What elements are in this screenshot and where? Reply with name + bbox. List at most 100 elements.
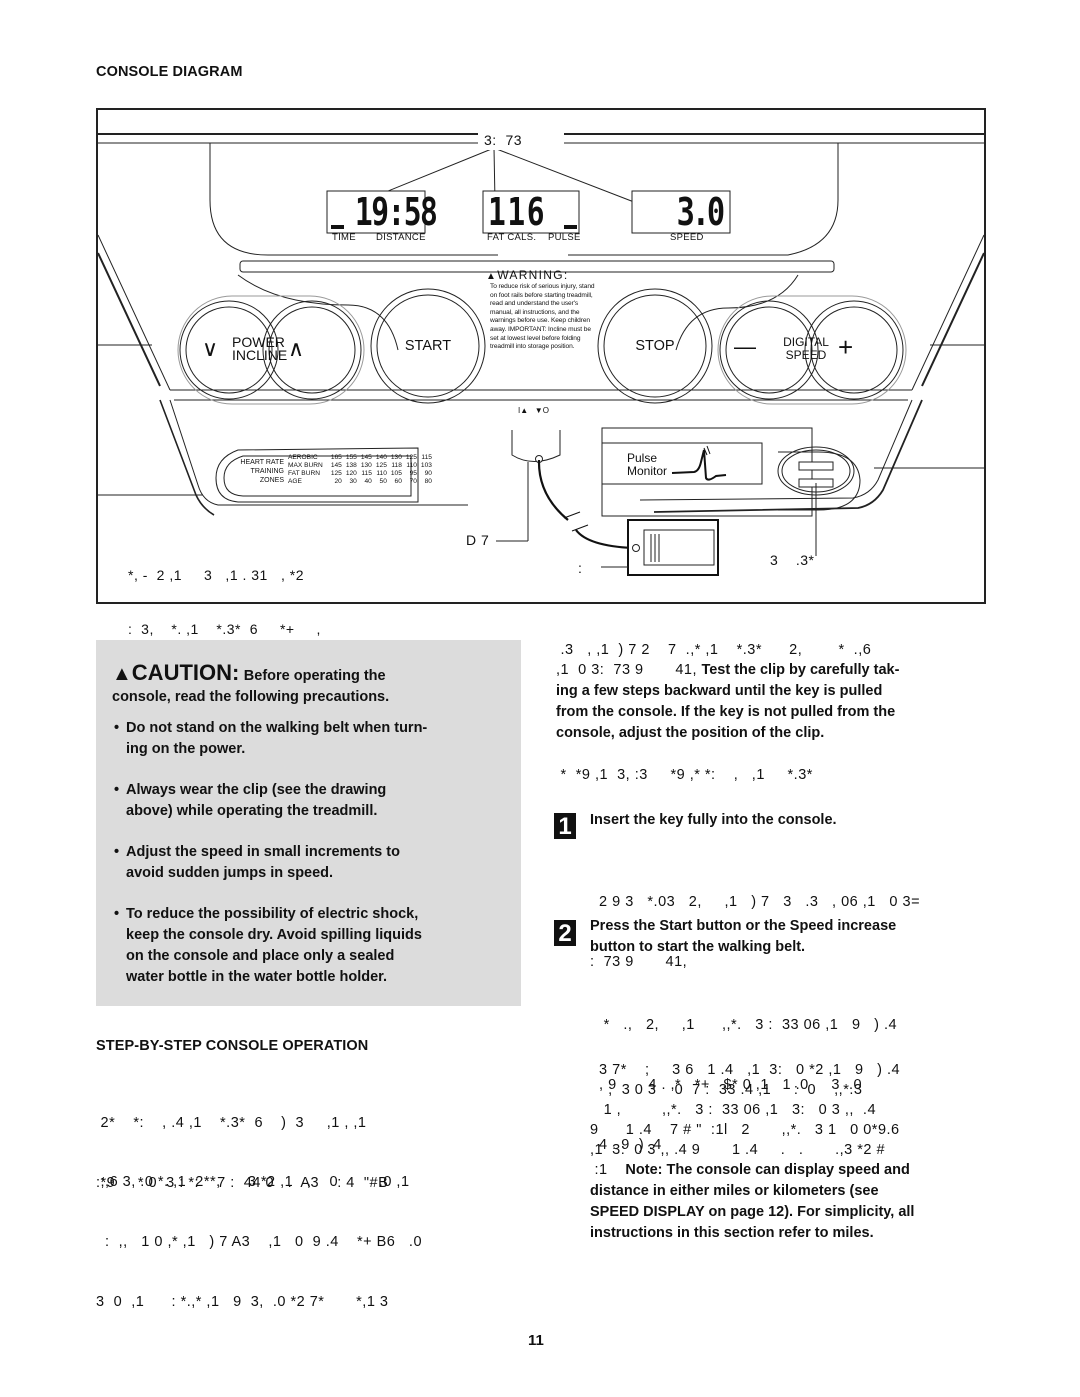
bullet-line: Adjust the speed in small increments to: [126, 844, 400, 860]
hr-row-label: AGE: [288, 478, 302, 485]
hr-title-line2: TRAINING ZONES: [250, 468, 284, 484]
warning-important: IMPORTANT: Incline must be set at lowest…: [490, 325, 591, 351]
note-line: distance in either miles or kilometers (…: [590, 1183, 879, 1199]
para-line: button to start the walking belt.: [590, 939, 806, 955]
bullet-icon: •: [114, 782, 120, 798]
bullet-line: water bottle in the water bottle holder.: [126, 969, 388, 985]
clip-paragraph: .3 , ,1 ) 7 2 7 .,* ,1 *.3* 2, * .,6 ,1 …: [556, 640, 986, 744]
hr-cell: 110: [406, 462, 417, 469]
incline-increase-button[interactable]: ∧: [288, 336, 304, 362]
time-distance-display: 19:58: [354, 190, 438, 234]
pulse-label-line2: Monitor: [627, 464, 668, 478]
step-intro-para2: ;,6 3, .0 *. ,1 2**, 3 *2 ,1 , 0 .0 ,1 :…: [96, 1132, 422, 1332]
warning-heading: ▲WARNING:: [486, 268, 569, 282]
note-line: SPEED DISPLAY on page 12). For simplicit…: [590, 1204, 915, 1220]
hr-row-label: MAX BURN: [288, 462, 323, 469]
hr-cell: 20: [334, 478, 342, 485]
step-2-badge: 2: [554, 920, 576, 947]
caution-box: ▲CAUTION: Before operating the console, …: [96, 640, 521, 1006]
note-line: Note: The console can display speed and: [625, 1162, 910, 1178]
key-slot-labels: I▲ ▼O: [518, 406, 549, 415]
bullet-line: To reduce the possibility of electric sh…: [126, 906, 419, 922]
hr-cell: 110: [376, 470, 387, 477]
warning-title: WARNING:: [497, 268, 569, 282]
speed-label-line2: SPEED: [785, 348, 827, 362]
bullet-line: above) while operating the treadmill.: [126, 803, 378, 819]
para-line: Test the clip by carefully tak-: [701, 662, 900, 678]
para-line: 3 7* ; 3 6 1 .4 ,1 3: 0 *2 ,1 9 ) .4: [590, 1062, 901, 1078]
step-1-title: Insert the key fully into the console.: [590, 812, 837, 828]
hr-cell: 50: [379, 478, 387, 485]
lcd-label-pulse: PULSE: [548, 232, 581, 243]
bullet-icon: •: [114, 906, 120, 922]
speed-display: 3.0: [676, 190, 726, 234]
hr-cell: 165: [330, 454, 342, 461]
para-line: * ., 2, ,1 ,,*. 3 : 33 06 ,1 9 ) .4: [590, 1017, 898, 1033]
note-line: instructions in this section refer to mi…: [590, 1225, 874, 1241]
para-line: 9 1 .4 7 # " :1l 2 ,,*. 3 1 0 0*9.6: [590, 1122, 900, 1138]
hr-row: FAT BURN 125 120 115 110 105 95 90: [286, 470, 434, 478]
section-title: CONSOLE DIAGRAM: [96, 64, 243, 80]
speed-decrease-button[interactable]: —: [734, 334, 756, 360]
hr-row: AEROBIC 165 155 145 140 130 125 115: [286, 454, 434, 462]
para-line: : ,, 1 0 ,* ,1 ) 7 A3 ,1 0 9 .4 *+ B6 .0: [96, 1234, 423, 1250]
para-line: 2 9 3 *.03 2, ,1 ) 7 3 .3 , 06 ,1 0 3=: [590, 894, 921, 910]
bullet-icon: •: [114, 720, 120, 736]
hr-cell: 103: [420, 462, 432, 469]
speed-increase-button[interactable]: +: [838, 332, 853, 363]
start-button[interactable]: START: [388, 339, 468, 354]
para-line: ing a few steps backward until the key i…: [556, 683, 883, 699]
console-diagram: 3: 73 19:58 116 3.0 TIME DISTANCE FAT CA…: [96, 108, 986, 637]
para-line: ,1 3: 0 3 ,, .4 9 1 .4 . . .,3 *2 #: [590, 1142, 886, 1158]
hr-cell: 105: [390, 470, 402, 477]
callout-sensor: 3 .3*: [770, 552, 815, 568]
callout-left-line1: *, - 2 ,1 3 ,1 . 31 , *2: [128, 567, 305, 583]
caution-line2: console, read the following precautions.: [112, 689, 390, 705]
stop-button[interactable]: STOP: [615, 339, 695, 354]
step-2-title: Press the Start button or the Speed incr…: [590, 916, 896, 958]
callout-clip: :: [578, 560, 583, 576]
para-line: ,1 0 3: 73 9 41,: [556, 662, 697, 678]
caution-title: CAUTION:: [131, 660, 240, 685]
step-1-badge: 1: [554, 813, 576, 840]
speed-label: DIGITAL SPEED: [778, 336, 834, 362]
para-line: .3 , ,1 ) 7 2 7 .,* ,1 *.3* 2, * .,6: [556, 642, 872, 658]
hr-zones-table: AEROBIC 165 155 145 140 130 125 115 MAX BURN 145 1…: [286, 454, 434, 486]
hr-zones-title: HEART RATE TRAINING ZONES: [226, 458, 284, 485]
hr-cell: 120: [345, 470, 357, 477]
bullet-icon: •: [114, 844, 120, 860]
hr-cell: 115: [421, 454, 432, 461]
caution-title-rest: Before operating the: [243, 668, 386, 684]
hr-row-label: FAT BURN: [288, 470, 320, 477]
hr-cell: 140: [375, 454, 387, 461]
hr-cell: 95: [409, 470, 417, 477]
warning-body: To reduce risk of serious injury, stand …: [490, 283, 595, 352]
bullet-line: keep the console dry. Avoid spilling liq…: [126, 927, 422, 943]
lcd-label-fat-cals: FAT CALS.: [487, 232, 537, 243]
hr-cell: 145: [330, 462, 342, 469]
step-section-title: STEP-BY-STEP CONSOLE OPERATION: [96, 1038, 369, 1054]
display-callout: 3: 73: [478, 130, 529, 150]
hr-cell: 80: [424, 478, 432, 485]
bullet-line: Always wear the clip (see the drawing: [126, 782, 387, 798]
para-line: , 3 0 3 0 7 : 33 .4 ,1 : 0 ,,*.3: [590, 1082, 863, 1098]
incline-decrease-button[interactable]: ∨: [202, 336, 218, 362]
bullet-line: on the console and place only a sealed: [126, 948, 395, 964]
hr-cell: 138: [345, 462, 357, 469]
hr-row-label: AEROBIC: [288, 454, 318, 461]
hr-cell: 145: [360, 454, 372, 461]
subheading-garbled: * *9 ,1 3, :3 *9 ,* *: , ,1 *.3*: [556, 767, 813, 783]
para-line: ;,6 3, .0 *. ,1 2**, 3 *2 ,1 , 0 .0 ,1: [96, 1174, 410, 1190]
page-number: 11: [528, 1332, 544, 1349]
para-line: 2* *: , .4 ,1 *.3* 6 ) 3 ,1 , ,1: [96, 1115, 367, 1131]
para-line: 1 , ,,*. 3 : 33 06 ,1 3: 0 3 ,, .4: [590, 1102, 877, 1118]
para-line: Press the Start button or the Speed incr…: [590, 918, 897, 934]
hr-cell: 70: [409, 478, 417, 485]
incline-label: POWER INCLINE: [232, 335, 287, 362]
lcd-label-time: TIME: [332, 232, 356, 243]
hr-row: AGE 20 30 40 50 60 70 80: [286, 478, 434, 486]
hr-cell: 130: [390, 454, 402, 461]
callout-key: D 7: [466, 532, 490, 548]
warning-icon: ▲: [486, 271, 498, 282]
callout-left-line2: : 3, *. ,1 *.3* 6 *+ ,: [128, 621, 321, 637]
